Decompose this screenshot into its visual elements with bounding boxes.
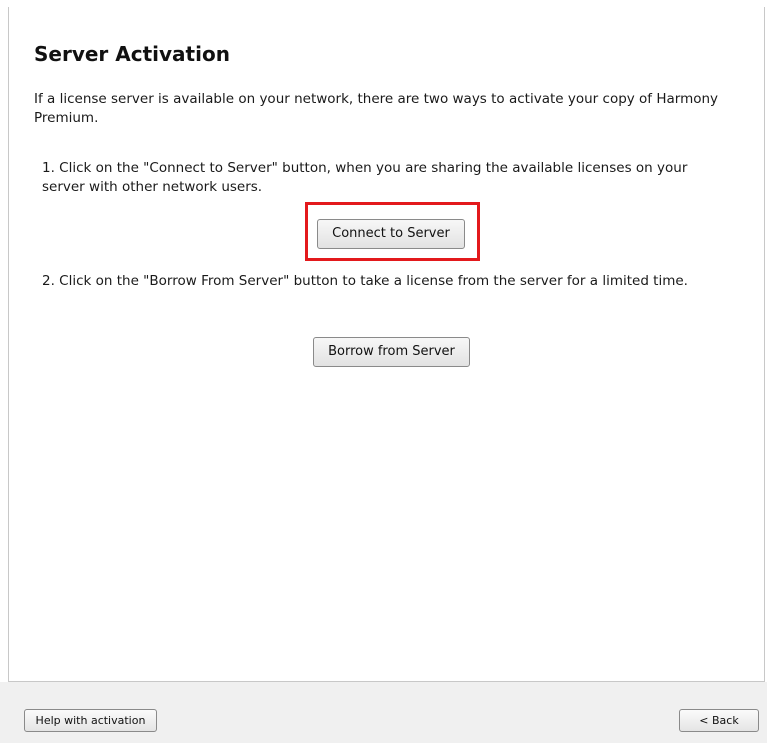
connect-to-server-button[interactable]: Connect to Server [317, 219, 465, 249]
step1-instructions: 1. Click on the "Connect to Server" butt… [42, 160, 688, 195]
page-title: Server Activation [34, 42, 230, 66]
step2-instructions: 2. Click on the "Borrow From Server" but… [42, 273, 688, 289]
back-button[interactable]: < Back [679, 709, 759, 732]
borrow-from-server-button[interactable]: Borrow from Server [313, 337, 470, 367]
help-with-activation-button[interactable]: Help with activation [24, 709, 157, 732]
intro-text: If a license server is available on your… [34, 91, 719, 126]
